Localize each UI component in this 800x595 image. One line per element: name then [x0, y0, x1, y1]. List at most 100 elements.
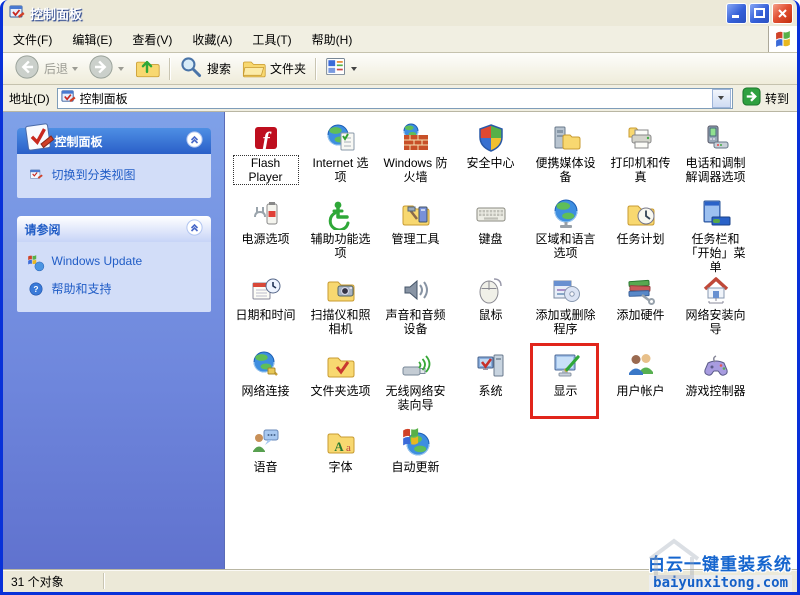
address-input[interactable]: 控制面板 [56, 87, 733, 109]
svg-text:a: a [346, 442, 351, 454]
cp-item-auto-update[interactable]: 自动更新 [378, 423, 453, 499]
help-icon: ? [27, 280, 45, 298]
back-label: 后退 [44, 62, 69, 76]
cp-item-label: 添加或删除程序 [535, 308, 596, 336]
menu-item-0[interactable]: 文件(F) [3, 26, 62, 52]
menu-item-4[interactable]: 工具(T) [242, 26, 301, 52]
cp-item-network-setup-wizard[interactable]: 网络安装向导 [678, 271, 753, 347]
views-dropdown-icon[interactable] [351, 66, 358, 71]
cp-item-phone-modem[interactable]: 电话和调制解调器选项 [678, 119, 753, 195]
chevron-up-icon[interactable] [185, 131, 203, 151]
menu-item-1[interactable]: 编辑(E) [62, 26, 122, 52]
cp-item-accessibility[interactable]: 辅助功能选项 [303, 195, 378, 271]
cp-item-label: 区域和语言选项 [535, 232, 596, 260]
cp-item-display[interactable]: 显示 [528, 343, 603, 423]
search-button[interactable]: 搜索 [174, 56, 236, 82]
cp-item-network-connections[interactable]: 网络连接 [228, 347, 303, 423]
menu-item-3[interactable]: 收藏(A) [182, 26, 242, 52]
game-controllers-icon [700, 350, 732, 382]
printers-faxes-icon [625, 122, 657, 154]
cp-item-portable-media[interactable]: 便携媒体设备 [528, 119, 603, 195]
wireless-wizard-icon [400, 350, 432, 382]
maximize-button[interactable] [749, 2, 770, 24]
forward-dropdown-icon[interactable] [118, 66, 125, 71]
chevron-down-icon [718, 96, 725, 100]
up-button[interactable] [129, 56, 165, 82]
cp-item-label: 打印机和传真 [610, 156, 671, 184]
cp-item-label: 扫描仪和照相机 [310, 308, 371, 336]
cp-item-wireless-wizard[interactable]: 无线网络安装向导 [378, 347, 453, 423]
folders-label: 文件夹 [270, 62, 307, 76]
sounds-audio-icon [400, 274, 432, 306]
cp-item-security-center[interactable]: 安全中心 [453, 119, 528, 195]
keyboard-icon [475, 198, 507, 230]
date-time-icon [250, 274, 282, 306]
scanners-cameras-icon [325, 274, 357, 306]
cp-item-add-remove-programs[interactable]: 添加或删除程序 [528, 271, 603, 347]
cp-item-user-accounts[interactable]: 用户帐户 [603, 347, 678, 423]
menu-item-2[interactable]: 查看(V) [122, 26, 182, 52]
go-button[interactable]: 转到 [738, 87, 793, 109]
cp-item-folder-options[interactable]: 文件夹选项 [303, 347, 378, 423]
cp-item-sounds-audio[interactable]: 声音和音频设备 [378, 271, 453, 347]
cp-item-scheduled-tasks[interactable]: 任务计划 [603, 195, 678, 271]
cp-item-label: 语音 [253, 460, 278, 474]
cp-item-admin-tools[interactable]: 管理工具 [378, 195, 453, 271]
forward-button[interactable] [83, 55, 129, 82]
cp-item-label: 字体 [328, 460, 353, 474]
minimize-button[interactable] [726, 2, 747, 24]
cp-item-add-hardware[interactable]: 添加硬件 [603, 271, 678, 347]
cp-item-windows-firewall[interactable]: Windows 防火墙 [378, 119, 453, 195]
address-label: 地址(D) [9, 91, 50, 106]
cp-item-speech[interactable]: 语音 [228, 423, 303, 499]
address-bar: 地址(D) 控制面板 转到 [3, 85, 797, 112]
cp-item-label: 管理工具 [391, 232, 440, 246]
cp-item-power-options[interactable]: 电源选项 [228, 195, 303, 271]
folders-button[interactable]: 文件夹 [236, 56, 311, 82]
cp-item-mouse[interactable]: 鼠标 [453, 271, 528, 347]
cp-item-system[interactable]: 系统 [453, 347, 528, 423]
cp-item-scanners-cameras[interactable]: 扫描仪和照相机 [303, 271, 378, 347]
cp-item-label: 键盘 [478, 232, 503, 246]
sidebar: 控制面板 切换到分类视图 请参阅 Windows Update? 帮助和支持 [3, 112, 225, 569]
cp-item-label: 电话和调制解调器选项 [685, 156, 746, 184]
cp-item-fonts[interactable]: Aa 字体 [303, 423, 378, 499]
cp-item-label: 显示 [553, 384, 578, 398]
address-value: 控制面板 [79, 91, 128, 106]
regional-language-icon [550, 198, 582, 230]
fonts-icon: Aa [325, 426, 357, 458]
accessibility-icon [325, 198, 357, 232]
cp-item-game-controllers[interactable]: 游戏控制器 [678, 347, 753, 423]
cp-item-internet-options[interactable]: Internet 选项 [303, 119, 378, 195]
cp-item-flash-player[interactable]: f Flash Player [228, 119, 303, 195]
sidebar-item-help[interactable]: ? 帮助和支持 [25, 276, 203, 302]
cp-item-label: 网络连接 [241, 384, 290, 398]
address-dropdown-button[interactable] [711, 88, 731, 108]
menu-item-5[interactable]: 帮助(H) [302, 26, 363, 52]
cp-item-date-time[interactable]: 日期和时间 [228, 271, 303, 347]
cp-item-taskbar-start[interactable]: 任务栏和「开始」菜单 [678, 195, 753, 274]
menu-bar: 文件(F) 编辑(E) 查看(V) 收藏(A) 工具(T) 帮助(H) [3, 26, 797, 53]
cp-item-label: 任务计划 [616, 232, 665, 246]
search-icon [179, 55, 203, 82]
cp-item-regional-language[interactable]: 区域和语言选项 [528, 195, 603, 271]
cp-item-label: Windows 防火墙 [383, 156, 448, 184]
sidebar-item-category-view[interactable]: 切换到分类视图 [25, 162, 203, 188]
cp-item-printers-faxes[interactable]: 打印机和传真 [603, 119, 678, 195]
category-view-icon [27, 166, 45, 184]
panel-header[interactable]: 请参阅 [16, 216, 211, 242]
cp-item-label: 用户帐户 [616, 384, 665, 398]
views-button[interactable] [320, 56, 362, 82]
sidebar-panel-see-also: 请参阅 Windows Update? 帮助和支持 [16, 216, 211, 312]
add-hardware-icon [625, 274, 657, 306]
close-button[interactable] [772, 2, 793, 24]
flash-player-icon: f [250, 122, 282, 154]
status-bar: 31 个对象 [3, 569, 797, 592]
back-dropdown-icon[interactable] [72, 66, 79, 71]
content-area: f Flash Player Internet 选项 Windows 防火墙 安全中心 便… [225, 112, 797, 569]
cp-item-keyboard[interactable]: 键盘 [453, 195, 528, 271]
back-button[interactable]: 后退 [9, 55, 83, 82]
chevron-up-icon[interactable] [185, 219, 203, 239]
sidebar-item-windows-update[interactable]: Windows Update [25, 250, 203, 276]
title-bar[interactable]: 控制面板 [3, 0, 797, 26]
